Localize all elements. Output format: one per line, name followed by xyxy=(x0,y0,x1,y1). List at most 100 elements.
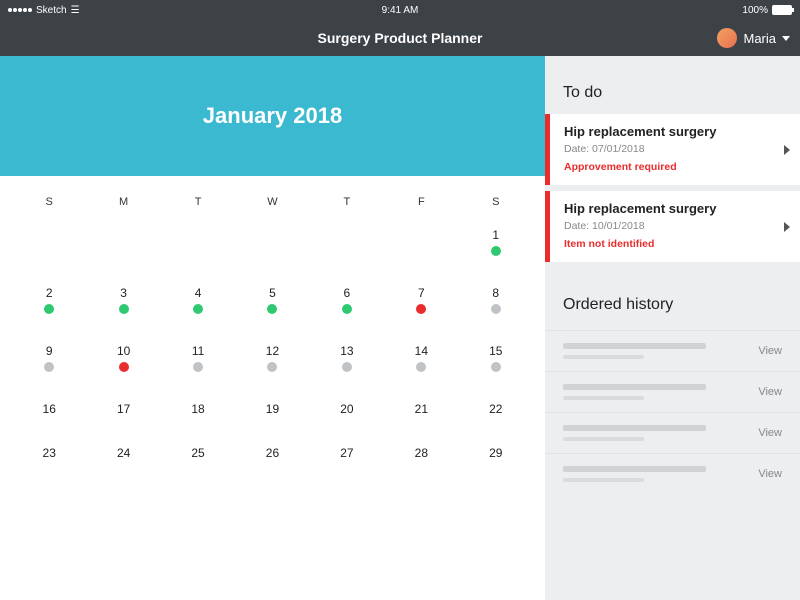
todo-title: Hip replacement surgery xyxy=(564,124,786,139)
date-cell[interactable]: 11 xyxy=(161,334,235,392)
avatar xyxy=(717,28,737,48)
status-dot-green xyxy=(193,304,203,314)
calendar-pane: January 2018 SMTWTFS 1234567891011121314… xyxy=(0,56,545,600)
date-cell[interactable]: 26 xyxy=(235,436,309,480)
date-number: 16 xyxy=(12,402,86,416)
history-item[interactable]: View xyxy=(545,330,800,371)
calendar-title: January 2018 xyxy=(203,103,342,129)
date-cell[interactable]: 22 xyxy=(459,392,533,436)
date-cell xyxy=(384,218,458,276)
date-cell[interactable]: 12 xyxy=(235,334,309,392)
chevron-right-icon xyxy=(784,145,790,155)
todo-alert: Approvement required xyxy=(564,161,786,173)
weekday-label: S xyxy=(459,196,533,208)
date-number: 3 xyxy=(86,286,160,300)
status-dot-green xyxy=(119,304,129,314)
date-grid: 1234567891011121314151617181920212223242… xyxy=(0,218,545,480)
date-cell xyxy=(310,218,384,276)
date-number: 29 xyxy=(459,446,533,460)
date-number: 19 xyxy=(235,402,309,416)
history-item[interactable]: View xyxy=(545,371,800,412)
weekday-label: T xyxy=(310,196,384,208)
todo-card[interactable]: Hip replacement surgeryDate: 10/01/2018I… xyxy=(545,191,800,262)
date-number: 11 xyxy=(161,344,235,358)
date-cell[interactable]: 10 xyxy=(86,334,160,392)
date-cell xyxy=(86,218,160,276)
date-cell[interactable]: 27 xyxy=(310,436,384,480)
date-number: 13 xyxy=(310,344,384,358)
date-cell[interactable]: 7 xyxy=(384,276,458,334)
date-cell xyxy=(161,218,235,276)
date-cell[interactable]: 28 xyxy=(384,436,458,480)
date-cell[interactable]: 29 xyxy=(459,436,533,480)
date-number: 6 xyxy=(310,286,384,300)
status-dot-gray xyxy=(44,362,54,372)
date-number: 22 xyxy=(459,402,533,416)
date-number: 9 xyxy=(12,344,86,358)
date-cell[interactable]: 4 xyxy=(161,276,235,334)
history-section-title: Ordered history xyxy=(545,268,800,326)
date-number: 14 xyxy=(384,344,458,358)
view-link[interactable]: View xyxy=(748,427,782,439)
calendar-header: January 2018 xyxy=(0,56,545,176)
history-placeholder xyxy=(563,343,742,359)
status-dot-green xyxy=(342,304,352,314)
status-dot-gray xyxy=(491,362,501,372)
status-dot-green xyxy=(491,246,501,256)
date-cell[interactable]: 9 xyxy=(12,334,86,392)
date-number: 7 xyxy=(384,286,458,300)
date-number: 28 xyxy=(384,446,458,460)
signal-icon xyxy=(8,8,32,12)
weekday-label: S xyxy=(12,196,86,208)
date-cell[interactable]: 16 xyxy=(12,392,86,436)
status-bar: Sketch ☰ 9:41 AM 100% xyxy=(0,0,800,20)
date-cell[interactable]: 14 xyxy=(384,334,458,392)
side-pane: To do Hip replacement surgeryDate: 07/01… xyxy=(545,56,800,600)
history-item[interactable]: View xyxy=(545,453,800,494)
date-cell[interactable]: 23 xyxy=(12,436,86,480)
view-link[interactable]: View xyxy=(748,468,782,480)
user-name: Maria xyxy=(743,31,776,46)
date-cell[interactable]: 3 xyxy=(86,276,160,334)
date-number: 26 xyxy=(235,446,309,460)
date-cell[interactable]: 18 xyxy=(161,392,235,436)
user-menu[interactable]: Maria xyxy=(717,28,790,48)
date-number: 2 xyxy=(12,286,86,300)
date-cell[interactable]: 25 xyxy=(161,436,235,480)
date-number: 12 xyxy=(235,344,309,358)
date-cell[interactable]: 20 xyxy=(310,392,384,436)
weekday-label: F xyxy=(384,196,458,208)
weekday-label: T xyxy=(161,196,235,208)
date-cell[interactable]: 1 xyxy=(459,218,533,276)
date-cell[interactable]: 2 xyxy=(12,276,86,334)
status-dot-red xyxy=(416,304,426,314)
date-number: 10 xyxy=(86,344,160,358)
date-cell[interactable]: 17 xyxy=(86,392,160,436)
history-placeholder xyxy=(563,384,742,400)
date-cell[interactable]: 24 xyxy=(86,436,160,480)
date-cell[interactable]: 21 xyxy=(384,392,458,436)
battery-icon xyxy=(772,5,792,15)
date-cell[interactable]: 6 xyxy=(310,276,384,334)
todo-card[interactable]: Hip replacement surgery Date: 07/01/2018 A… xyxy=(545,114,800,185)
battery-label: 100% xyxy=(742,5,768,16)
date-number: 8 xyxy=(459,286,533,300)
date-cell[interactable]: 19 xyxy=(235,392,309,436)
date-cell xyxy=(235,218,309,276)
date-cell[interactable]: 13 xyxy=(310,334,384,392)
weekday-row: SMTWTFS xyxy=(0,176,545,218)
status-dot-gray xyxy=(267,362,277,372)
date-number: 21 xyxy=(384,402,458,416)
status-time: 9:41 AM xyxy=(382,5,419,16)
date-cell[interactable]: 15 xyxy=(459,334,533,392)
date-cell[interactable]: 8 xyxy=(459,276,533,334)
view-link[interactable]: View xyxy=(748,345,782,357)
history-item[interactable]: View xyxy=(545,412,800,453)
view-link[interactable]: View xyxy=(748,386,782,398)
status-dot-gray xyxy=(416,362,426,372)
todo-date: Date: 10/01/2018 xyxy=(564,220,786,232)
date-cell[interactable]: 5 xyxy=(235,276,309,334)
history-placeholder xyxy=(563,425,742,441)
date-number: 15 xyxy=(459,344,533,358)
todo-date: Date: 07/01/2018 xyxy=(564,143,786,155)
